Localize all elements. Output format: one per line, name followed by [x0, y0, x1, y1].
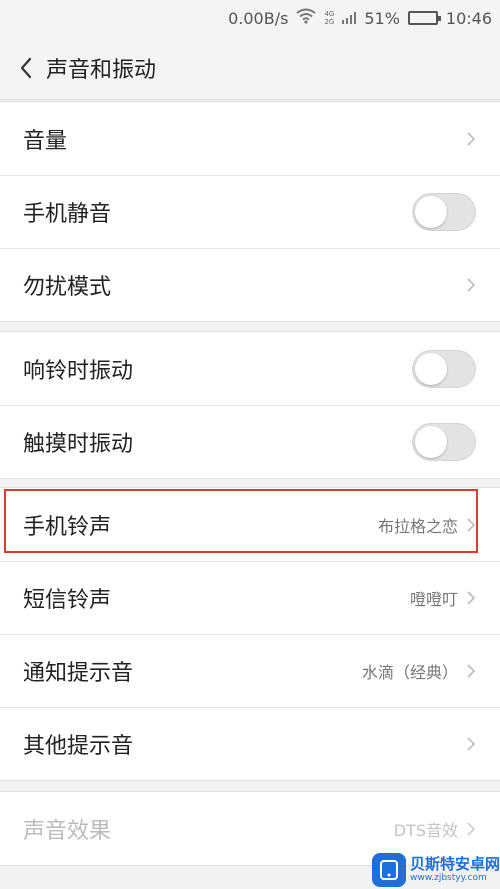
vibrate-on-touch-toggle[interactable] [412, 423, 476, 461]
mute-row[interactable]: 手机静音 [0, 175, 500, 248]
do-not-disturb-row[interactable]: 勿扰模式 [0, 248, 500, 321]
toggle-knob [415, 196, 447, 228]
volume-row[interactable]: 音量 [0, 102, 500, 175]
status-bar: 0.00B/s 4G 2G 51% 10:46 [0, 0, 500, 36]
ringtone-row[interactable]: 手机铃声 布拉格之恋 [0, 488, 500, 561]
chevron-right-icon [466, 277, 476, 293]
row-label: 通知提示音 [23, 661, 134, 686]
title-bar: 声音和振动 [0, 36, 500, 100]
chevron-left-icon [20, 57, 32, 78]
watermark: 贝斯特安卓网 www.zjbstyy.com [372, 850, 500, 889]
watermark-logo-icon [372, 852, 406, 887]
chevron-right-icon [466, 821, 476, 837]
row-label: 短信铃声 [23, 588, 112, 613]
network-4g-label: 4G [324, 10, 335, 18]
signal-icon [342, 12, 357, 24]
row-value: 噔噔叮 [409, 590, 458, 609]
battery-icon [407, 11, 441, 25]
network-type: 4G 2G [324, 10, 334, 26]
settings-group-tones: 手机铃声 布拉格之恋 短信铃声 噔噔叮 通知提示音 水滴（经典） 其他提示音 [0, 487, 500, 781]
chevron-right-icon [466, 736, 476, 752]
wifi-icon [296, 8, 317, 28]
watermark-title: 贝斯特安卓网 [410, 854, 500, 873]
vibrate-on-ring-toggle[interactable] [412, 349, 476, 388]
row-label: 勿扰模式 [23, 275, 112, 300]
other-tones-row[interactable]: 其他提示音 [0, 707, 500, 780]
row-label: 手机静音 [23, 202, 112, 227]
chevron-right-icon [466, 590, 476, 606]
row-value: DTS音效 [393, 820, 458, 840]
vibrate-on-ring-row[interactable]: 响铃时振动 [0, 332, 500, 405]
toggle-knob [415, 426, 447, 458]
chevron-right-icon [466, 131, 476, 147]
chevron-right-icon [466, 517, 476, 533]
clock: 10:46 [445, 8, 492, 28]
vibrate-on-touch-row[interactable]: 触摸时振动 [0, 405, 500, 478]
sms-tone-row[interactable]: 短信铃声 噔噔叮 [0, 561, 500, 634]
chevron-right-icon [466, 663, 476, 679]
network-2g-label: 2G [324, 18, 335, 26]
notification-tone-row[interactable]: 通知提示音 水滴（经典） [0, 634, 500, 707]
back-button[interactable] [6, 36, 46, 100]
net-speed: 0.00B/s [228, 8, 289, 28]
row-label: 响铃时振动 [23, 358, 134, 384]
row-label: 音量 [23, 128, 68, 154]
row-value: 水滴（经典） [361, 663, 458, 682]
row-value: 布拉格之恋 [377, 516, 458, 536]
row-label: 手机铃声 [23, 514, 112, 540]
row-label: 其他提示音 [23, 734, 134, 759]
watermark-url: www.zjbstyy.com [410, 872, 487, 883]
toggle-knob [415, 352, 447, 385]
battery-percent: 51% [364, 8, 400, 28]
row-label: 触摸时振动 [23, 432, 134, 457]
mute-toggle[interactable] [412, 193, 476, 231]
settings-group-basic: 音量 手机静音 勿扰模式 [0, 101, 500, 322]
row-label: 声音效果 [23, 818, 112, 844]
settings-group-vibration: 响铃时振动 触摸时振动 [0, 331, 500, 479]
page-title: 声音和振动 [46, 57, 157, 83]
